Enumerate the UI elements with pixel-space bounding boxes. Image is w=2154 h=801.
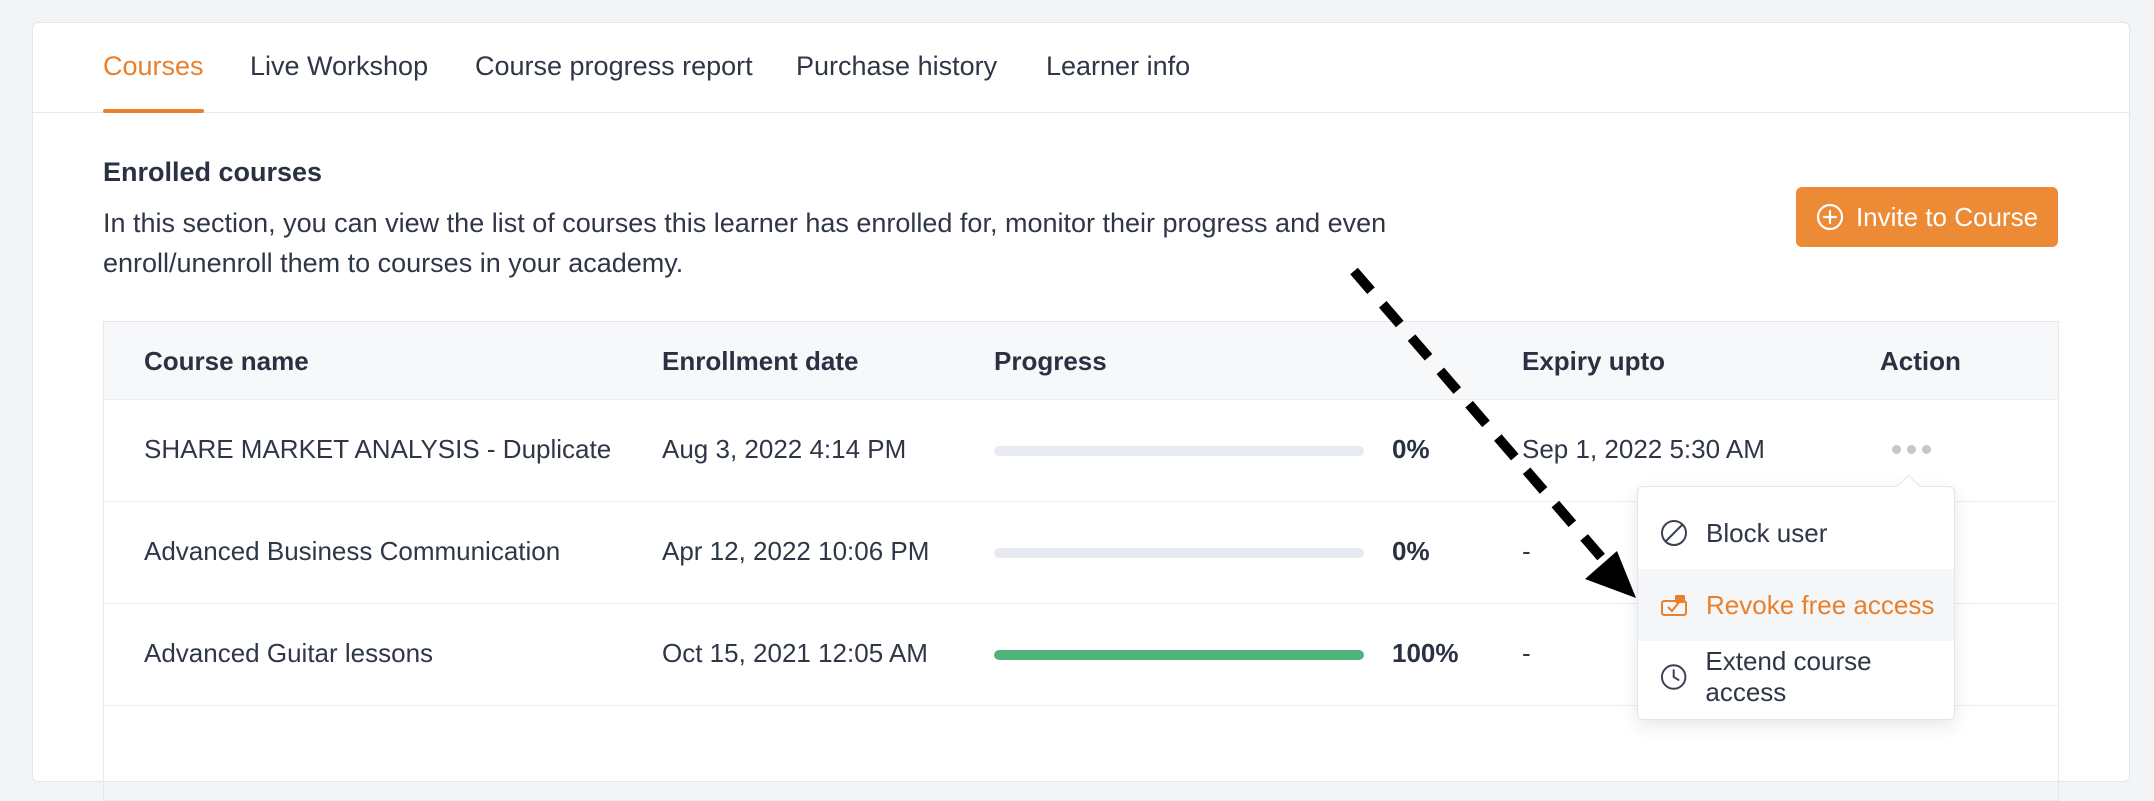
- revoke-access-icon: [1661, 595, 1687, 616]
- enrollment-date: Apr 12, 2022 10:06 PM: [662, 536, 930, 566]
- header-expiry: Expiry upto: [1522, 346, 1666, 376]
- section-description: In this section, you can view the list o…: [103, 208, 1387, 278]
- tab-purchase-history[interactable]: Purchase history: [796, 51, 997, 113]
- course-name[interactable]: Advanced Business Communication: [144, 536, 560, 567]
- menu-item-label: Revoke free access: [1706, 589, 1935, 620]
- progress-bar: [994, 650, 1364, 660]
- more-actions-icon[interactable]: [1892, 436, 1936, 462]
- tab-course-progress-report[interactable]: Course progress report: [475, 51, 753, 113]
- progress-percent: 0%: [1392, 536, 1430, 566]
- tab-bar: Courses Live Workshop Course progress re…: [33, 23, 2129, 113]
- expiry-date: -: [1522, 536, 1531, 566]
- course-name[interactable]: Advanced Guitar lessons: [144, 638, 433, 669]
- table-header: Course name Enrollment date Progress Exp…: [104, 322, 2058, 400]
- tab-courses[interactable]: Courses: [103, 51, 204, 113]
- progress-bar: [994, 548, 1364, 558]
- expiry-date: Sep 1, 2022 5:30 AM: [1522, 434, 1765, 464]
- menu-item-extend-course-access[interactable]: Extend course access: [1638, 641, 1954, 713]
- header-progress: Progress: [994, 346, 1107, 376]
- tab-learner-info[interactable]: Learner info: [1046, 51, 1190, 113]
- block-icon: [1661, 520, 1687, 546]
- progress-percent: 0%: [1392, 434, 1430, 464]
- invite-button-label: Invite to Course: [1855, 201, 2039, 232]
- expiry-date: -: [1522, 638, 1531, 668]
- menu-item-label: Extend course access: [1705, 646, 1872, 707]
- header-action: Action: [1880, 346, 1961, 376]
- menu-item-revoke-free-access[interactable]: Revoke free access: [1638, 569, 1954, 641]
- course-name[interactable]: SHARE MARKET ANALYSIS - Duplicate: [144, 434, 611, 465]
- section-title: Enrolled courses: [103, 157, 323, 187]
- progress-bar: [994, 446, 1364, 456]
- plus-circle-icon: [1816, 203, 1844, 231]
- invite-to-course-button[interactable]: Invite to Course: [1796, 187, 2058, 247]
- progress-percent: 100%: [1392, 638, 1459, 668]
- clock-icon: [1660, 664, 1687, 690]
- enrollment-date: Oct 15, 2021 12:05 AM: [662, 638, 928, 668]
- menu-item-label: Block user: [1706, 517, 1828, 548]
- header-course-name: Course name: [144, 346, 309, 376]
- header-enrollment-date: Enrollment date: [662, 346, 859, 376]
- enrollment-date: Aug 3, 2022 4:14 PM: [662, 434, 907, 464]
- action-dropdown-menu: Block user Revoke free access Extend cou…: [1637, 486, 1955, 720]
- tab-live-workshop[interactable]: Live Workshop: [250, 51, 428, 113]
- menu-item-block-user[interactable]: Block user: [1638, 497, 1954, 569]
